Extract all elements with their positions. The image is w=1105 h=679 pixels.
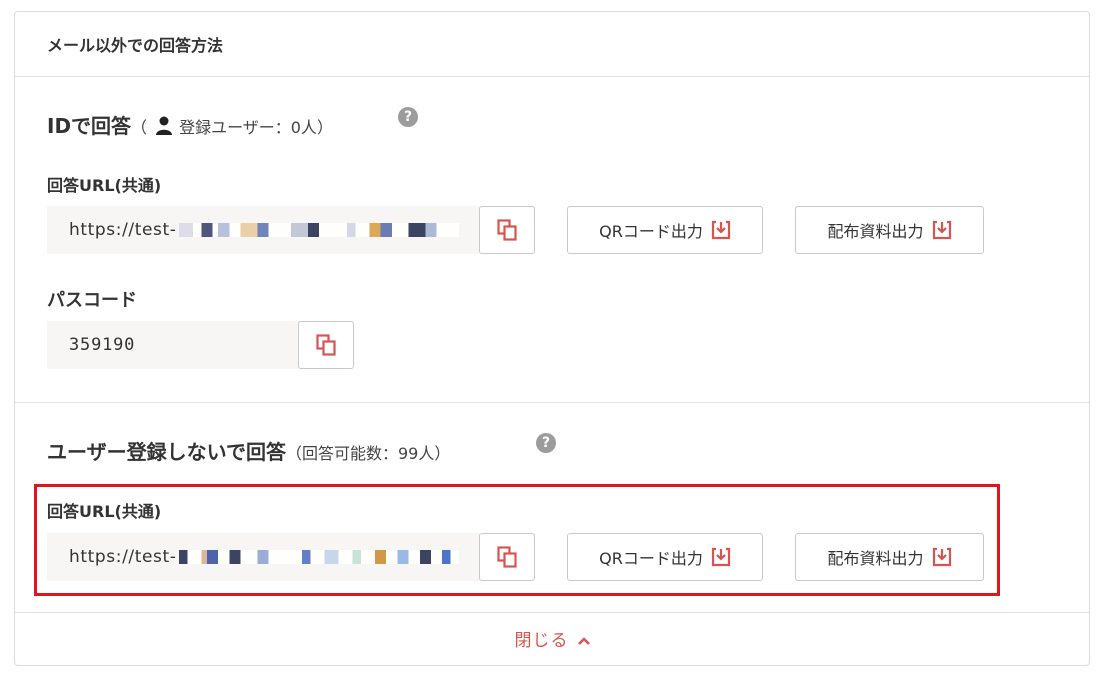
- footer-divider: [15, 612, 1089, 613]
- distribution-output-label: 配布資料出力: [827, 222, 924, 241]
- download-icon: [932, 220, 951, 240]
- section-divider: [15, 402, 1089, 403]
- id-section-title-text: IDで回答: [47, 114, 132, 138]
- highlight-box: [34, 484, 1000, 596]
- qr-output-label: QRコード出力: [599, 222, 703, 241]
- distribution-output-button[interactable]: 配布資料出力: [795, 206, 984, 254]
- copy-icon: [497, 219, 517, 241]
- id-url-label: 回答URL(共通): [47, 176, 162, 195]
- registered-users-label: 登録ユーザー：0人: [179, 118, 317, 137]
- redacted-url-part: [178, 223, 459, 237]
- noreg-section-title-text: ユーザー登録しないで回答: [47, 440, 286, 464]
- download-icon: [711, 220, 730, 240]
- paren-close: ）: [316, 118, 333, 137]
- capacity-label: （回答可能数：99人）: [286, 444, 451, 463]
- chevron-up-icon: [577, 637, 590, 645]
- panel-header: メール以外での回答方法: [15, 12, 1089, 77]
- qr-output-button[interactable]: QRコード出力: [567, 206, 763, 254]
- user-icon: [156, 116, 173, 135]
- id-url-field[interactable]: https://test-: [47, 206, 480, 254]
- copy-url-button[interactable]: [479, 206, 535, 254]
- id-section-title: IDで回答（ 登録ユーザー：0人）: [47, 110, 333, 139]
- help-icon[interactable]: ?: [536, 433, 556, 453]
- passcode-label: パスコード: [47, 290, 137, 311]
- noreg-section-title: ユーザー登録しないで回答（回答可能数：99人）: [47, 436, 450, 465]
- help-icon[interactable]: ?: [398, 107, 418, 127]
- passcode-field[interactable]: 359190: [47, 321, 299, 369]
- close-link[interactable]: 閉じる: [0, 626, 1105, 651]
- passcode-value: 359190: [69, 335, 136, 355]
- copy-passcode-button[interactable]: [298, 321, 354, 369]
- close-label: 閉じる: [514, 631, 569, 651]
- id-url-value: https://test-: [69, 220, 177, 240]
- copy-icon: [316, 334, 336, 356]
- panel-title: メール以外での回答方法: [47, 36, 224, 55]
- paren-open: （: [131, 118, 148, 137]
